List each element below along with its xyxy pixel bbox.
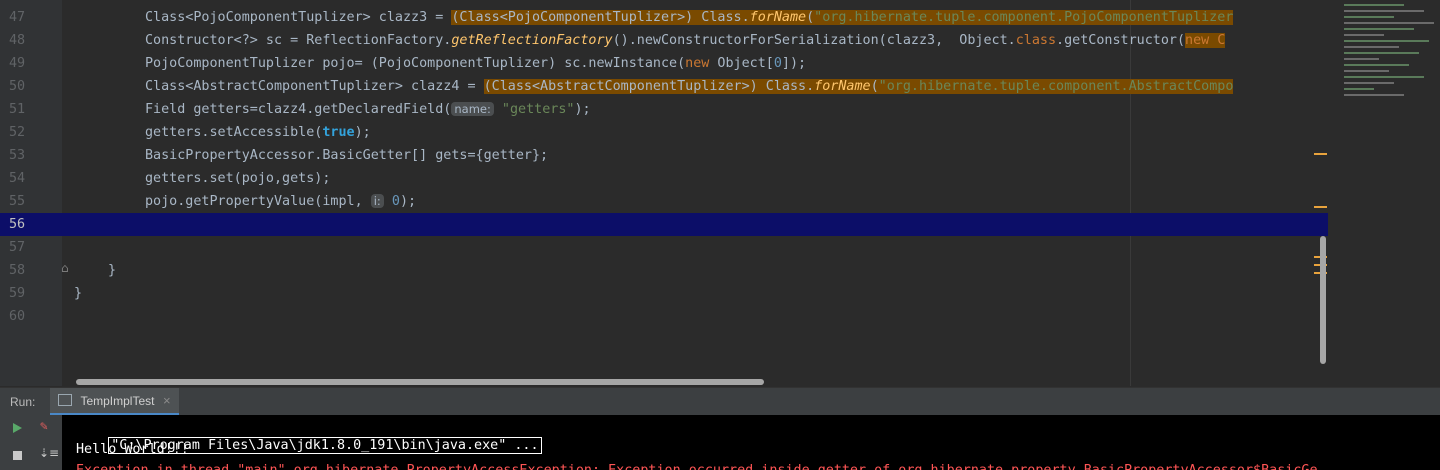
code-token: class [1015, 33, 1057, 48]
run-tool-window-header: Run: TempImplTest × [0, 387, 1440, 416]
code-token: } [108, 263, 117, 278]
line-number: 56 [9, 217, 26, 232]
code-text[interactable]: } [74, 282, 82, 305]
warning-marker[interactable] [1314, 206, 1327, 208]
code-token: ]); [781, 56, 807, 71]
code-token: "getters" [501, 102, 575, 117]
line-number: 57 [9, 240, 26, 255]
code-token: getters.set(pojo,gets); [145, 171, 331, 186]
code-text[interactable]: getters.set(pojo,gets); [145, 167, 330, 190]
code-text[interactable]: pojo.getPropertyValue(impl, i: 0); [145, 190, 416, 213]
code-token: } [74, 286, 83, 301]
run-toolbar: ✎ ⇣≡ [0, 415, 62, 470]
line-number: 49 [9, 56, 26, 71]
code-text[interactable]: Class<PojoComponentTuplizer> clazz3 = (C… [145, 6, 1234, 29]
code-token: "org.hibernate.tuple.component.PojoCompo… [814, 10, 1234, 25]
line-number: 58 [9, 263, 26, 278]
code-line[interactable]: 56 [0, 213, 1328, 236]
line-number: 60 [9, 309, 26, 324]
code-line[interactable]: 57 [0, 236, 1328, 259]
code-line[interactable]: 54 getters.set(pojo,gets); [0, 167, 1328, 190]
console-tab-icon [58, 393, 72, 406]
code-token: BasicPropertyAccessor.BasicGetter[] gets… [145, 148, 549, 163]
console-output-line: Hello World!!! [76, 442, 189, 457]
line-number: 55 [9, 194, 26, 209]
code-token: Object[ [709, 56, 774, 71]
code-line[interactable]: 52 getters.setAccessible(true); [0, 121, 1328, 144]
code-token: Field getters=clazz4.getDeclaredField( [145, 102, 452, 117]
code-token: ); [354, 125, 371, 140]
code-line[interactable]: 50 Class<AbstractComponentTuplizer> clazz… [0, 75, 1328, 98]
fold-icon[interactable]: ⌂ [61, 261, 69, 275]
code-token: .getConstructor( [1056, 33, 1186, 48]
code-line[interactable]: 55 pojo.getPropertyValue(impl, i: 0); [0, 190, 1328, 213]
run-console[interactable]: ✎ ⇣≡ "C:\Program Files\Java\jdk1.8.0_191… [0, 415, 1440, 470]
run-tab-tempimpltest[interactable]: TempImplTest × [50, 388, 179, 416]
line-number: 51 [9, 102, 26, 117]
code-token: ); [399, 194, 417, 209]
run-label: Run: [10, 395, 36, 409]
code-line[interactable]: 59} [0, 282, 1328, 305]
code-line[interactable]: 58} [0, 259, 1328, 282]
sort-icon[interactable]: ⇣≡ [39, 446, 59, 460]
run-tab-label: TempImplTest [80, 394, 155, 408]
code-token: true [322, 125, 355, 140]
code-token: getReflectionFactory [451, 33, 613, 48]
close-icon[interactable]: × [163, 393, 171, 408]
line-number: 50 [9, 79, 26, 94]
code-text[interactable]: Constructor<?> sc = ReflectionFactory.ge… [145, 29, 1226, 52]
code-line[interactable]: 53 BasicPropertyAccessor.BasicGetter[] ge… [0, 144, 1328, 167]
edit-icon[interactable]: ✎ [40, 419, 48, 434]
line-number: 54 [9, 171, 26, 186]
code-text[interactable]: PojoComponentTuplizer pojo= (PojoCompone… [145, 52, 806, 75]
vertical-scrollbar[interactable] [1320, 236, 1326, 364]
code-token: ().newConstructorForSerialization(clazz3… [612, 33, 1016, 48]
stop-icon[interactable] [13, 451, 22, 460]
code-token: (Class<PojoComponentTuplizer>) Class. [451, 10, 750, 25]
line-number: 48 [9, 33, 26, 48]
code-line[interactable]: 48 Constructor<?> sc = ReflectionFactory.… [0, 29, 1328, 52]
code-line[interactable]: 49 PojoComponentTuplizer pojo= (PojoCompo… [0, 52, 1328, 75]
code-text[interactable]: Field getters=clazz4.getDeclaredField(na… [145, 98, 591, 121]
code-token: ( [870, 79, 879, 94]
warning-marker[interactable] [1314, 153, 1327, 155]
code-token: 0 [391, 194, 400, 209]
code-token: pojo.getPropertyValue(impl, [145, 194, 371, 209]
code-token: new [685, 56, 710, 71]
code-token: Class<PojoComponentTuplizer> clazz3 = [145, 10, 452, 25]
code-editor[interactable]: 47 Class<PojoComponentTuplizer> clazz3 = … [0, 0, 1440, 386]
code-token: ); [574, 102, 591, 117]
code-token: forName [814, 79, 871, 94]
code-text[interactable]: getters.setAccessible(true); [145, 121, 371, 144]
code-token: ( [806, 10, 815, 25]
code-token: 0 [773, 56, 782, 71]
code-token: (Class<AbstractComponentTuplizer>) Class… [483, 79, 815, 94]
parameter-hint: name: [451, 102, 494, 116]
code-minimap[interactable] [1328, 0, 1440, 120]
horizontal-scrollbar[interactable] [76, 379, 764, 385]
code-line[interactable]: 51 Field getters=clazz4.getDeclaredField(… [0, 98, 1328, 121]
code-token: Class<AbstractComponentTuplizer> clazz4 … [145, 79, 484, 94]
code-token: PojoComponentTuplizer pojo= (PojoCompone… [145, 56, 686, 71]
code-text[interactable]: Class<AbstractComponentTuplizer> clazz4 … [145, 75, 1234, 98]
code-token: "org.hibernate.tuple.component.AbstractC… [878, 79, 1234, 94]
code-token: Constructor<?> sc = ReflectionFactory. [145, 33, 452, 48]
code-token: forName [749, 10, 807, 25]
line-number: 59 [9, 286, 26, 301]
code-line[interactable]: 60 [0, 305, 1328, 328]
parameter-hint: i: [370, 194, 384, 208]
code-area[interactable]: 47 Class<PojoComponentTuplizer> clazz3 = … [0, 0, 1328, 386]
code-token: getters.setAccessible( [145, 125, 323, 140]
code-token: new C [1185, 33, 1226, 48]
code-text[interactable]: } [108, 259, 116, 282]
console-error-line: Exception in thread "main" org.hibernate… [76, 461, 1318, 470]
line-number: 47 [9, 10, 26, 25]
code-text[interactable]: BasicPropertyAccessor.BasicGetter[] gets… [145, 144, 548, 167]
line-number: 52 [9, 125, 26, 140]
code-line[interactable]: 47 Class<PojoComponentTuplizer> clazz3 = … [0, 6, 1328, 29]
line-number: 53 [9, 148, 26, 163]
run-icon[interactable] [13, 423, 22, 433]
